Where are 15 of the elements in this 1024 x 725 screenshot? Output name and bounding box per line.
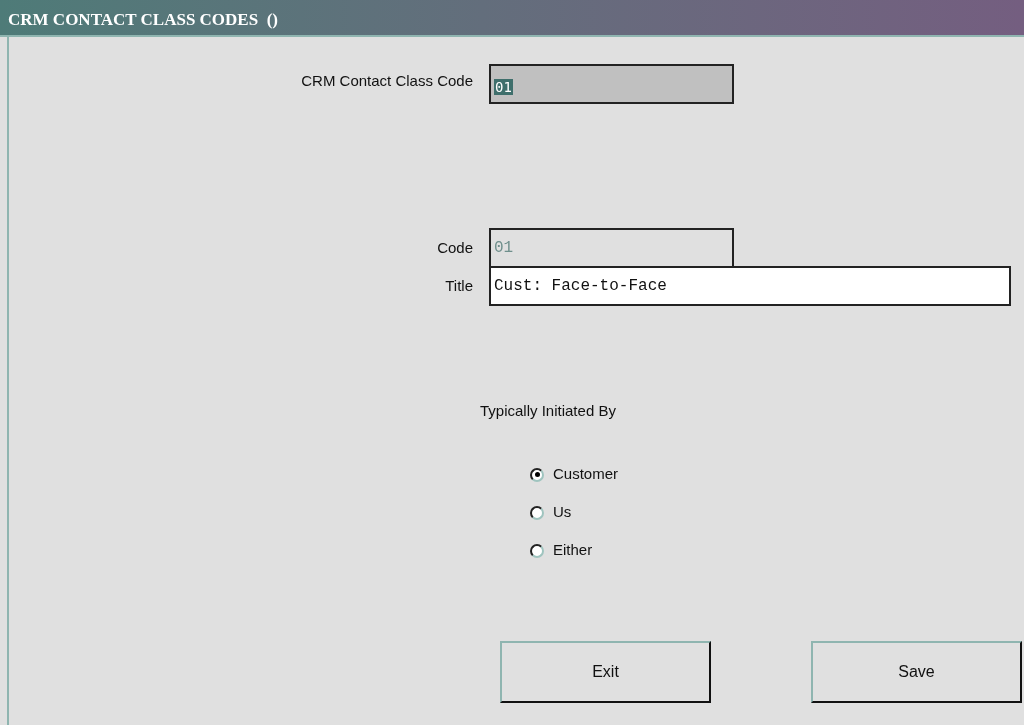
window-title: CRM CONTACT CLASS CODES () — [8, 10, 278, 29]
field-label: CRM Contact Class Code — [300, 71, 474, 91]
radio-label: Customer — [553, 464, 619, 485]
radio-button[interactable] — [530, 467, 544, 482]
radio-button[interactable] — [530, 543, 544, 558]
radio-button[interactable] — [530, 505, 544, 520]
field-label: Title — [444, 275, 474, 296]
field-label: Code — [436, 237, 474, 258]
input-field[interactable]: Cust: Face-to-Face — [489, 266, 1011, 306]
group-label: Typically Initiated By — [480, 401, 617, 421]
radio-label: Us — [553, 502, 572, 523]
action-button[interactable]: Save — [811, 640, 1022, 703]
input-field[interactable]: 01 — [489, 64, 734, 104]
action-button[interactable]: Exit — [500, 640, 711, 703]
radio-label: Either — [553, 540, 593, 561]
